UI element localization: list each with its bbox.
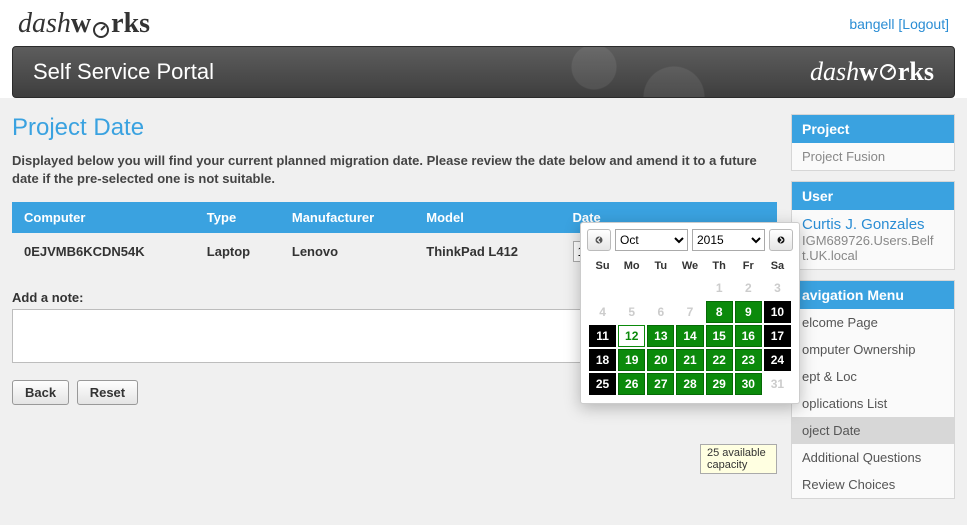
datepicker-month-select[interactable]: Oct xyxy=(615,229,688,251)
username-link[interactable]: bangell xyxy=(849,16,894,32)
sidebar-user-dn1: IGM689726.Users.Belf xyxy=(802,233,944,248)
datepicker-day[interactable]: 26 xyxy=(618,373,645,395)
datepicker-day: 5 xyxy=(618,301,645,323)
banner: Self Service Portal dashwrks xyxy=(12,46,955,98)
datepicker-dow: Th xyxy=(706,257,733,275)
sidebar-nav: avigation Menu elcome Pageomputer Owners… xyxy=(791,280,955,499)
sidebar-nav-item[interactable]: elcome Page xyxy=(792,309,954,336)
datepicker-day[interactable]: 23 xyxy=(735,349,762,371)
sidebar-project-name: Project Fusion xyxy=(792,143,954,170)
sidebar-user: User Curtis J. Gonzales IGM689726.Users.… xyxy=(791,181,955,270)
datepicker-day xyxy=(647,277,674,299)
sidebar-project-head: Project xyxy=(792,115,954,143)
datepicker-dow: We xyxy=(676,257,703,275)
sidebar-nav-item[interactable]: omputer Ownership xyxy=(792,336,954,363)
datepicker-day: 3 xyxy=(764,277,791,299)
datepicker-day[interactable]: 14 xyxy=(676,325,703,347)
datepicker-day xyxy=(589,277,616,299)
datepicker-day xyxy=(618,277,645,299)
datepicker-day: 1 xyxy=(706,277,733,299)
datepicker-day[interactable]: 19 xyxy=(618,349,645,371)
datepicker-day[interactable]: 25 xyxy=(589,373,616,395)
datepicker: Oct 2015 SuMoTuWeThFrSa 1234567891011121… xyxy=(580,222,800,404)
col-computer: Computer xyxy=(12,202,195,233)
sidebar-user-dn2: t.UK.local xyxy=(802,248,944,263)
brand-prefix: dash xyxy=(18,8,71,40)
datepicker-day: 7 xyxy=(676,301,703,323)
cell-computer: 0EJVMB6KCDN54K xyxy=(12,233,195,270)
datepicker-day: 31 xyxy=(764,373,791,395)
datepicker-next-button[interactable] xyxy=(769,229,793,251)
datepicker-dow: Fr xyxy=(735,257,762,275)
sidebar: Project Project Fusion User Curtis J. Go… xyxy=(791,114,955,509)
datepicker-year-select[interactable]: 2015 xyxy=(692,229,765,251)
datepicker-day[interactable]: 10 xyxy=(764,301,791,323)
page-title: Project Date xyxy=(12,114,777,142)
datepicker-grid: SuMoTuWeThFrSa 1234567891011121314151617… xyxy=(587,255,793,397)
logout-link[interactable]: Logout xyxy=(902,16,945,32)
datepicker-day[interactable]: 15 xyxy=(706,325,733,347)
topbar: dashwrks bangell [Logout] xyxy=(0,0,967,46)
datepicker-day[interactable]: 29 xyxy=(706,373,733,395)
sidebar-project: Project Project Fusion xyxy=(791,114,955,171)
datepicker-day[interactable]: 13 xyxy=(647,325,674,347)
datepicker-dow: Mo xyxy=(618,257,645,275)
sidebar-nav-item[interactable]: oplications List xyxy=(792,390,954,417)
datepicker-dow: Su xyxy=(589,257,616,275)
main-content: Project Date Displayed below you will fi… xyxy=(12,114,777,405)
sidebar-user-name[interactable]: Curtis J. Gonzales xyxy=(802,216,944,233)
datepicker-day: 2 xyxy=(735,277,762,299)
back-button[interactable]: Back xyxy=(12,380,69,405)
datepicker-day xyxy=(676,277,703,299)
datepicker-day[interactable]: 8 xyxy=(706,301,733,323)
sidebar-nav-head: avigation Menu xyxy=(792,281,954,309)
sidebar-user-head: User xyxy=(792,182,954,210)
sidebar-nav-item[interactable]: oject Date xyxy=(792,417,954,444)
datepicker-dow: Sa xyxy=(764,257,791,275)
datepicker-day[interactable]: 27 xyxy=(647,373,674,395)
col-manufacturer: Manufacturer xyxy=(280,202,414,233)
cell-manufacturer: Lenovo xyxy=(280,233,414,270)
sidebar-nav-item[interactable]: ept & Loc xyxy=(792,363,954,390)
gauge-icon xyxy=(91,14,111,34)
datepicker-day[interactable]: 21 xyxy=(676,349,703,371)
datepicker-day[interactable]: 16 xyxy=(735,325,762,347)
sidebar-nav-item[interactable]: Review Choices xyxy=(792,471,954,498)
banner-title: Self Service Portal xyxy=(33,59,214,85)
col-model: Model xyxy=(414,202,560,233)
brand-rest: rks xyxy=(111,8,150,40)
cell-model: ThinkPad L412 xyxy=(414,233,560,270)
datepicker-tooltip: 25 available capacity xyxy=(700,444,777,474)
cell-type: Laptop xyxy=(195,233,280,270)
datepicker-day[interactable]: 12 xyxy=(618,325,645,347)
datepicker-day[interactable]: 20 xyxy=(647,349,674,371)
col-type: Type xyxy=(195,202,280,233)
datepicker-day: 4 xyxy=(589,301,616,323)
datepicker-day: 6 xyxy=(647,301,674,323)
datepicker-day[interactable]: 28 xyxy=(676,373,703,395)
datepicker-day[interactable]: 11 xyxy=(589,325,616,347)
datepicker-day[interactable]: 24 xyxy=(764,349,791,371)
page-intro: Displayed below you will find your curre… xyxy=(12,152,777,188)
datepicker-day[interactable]: 9 xyxy=(735,301,762,323)
brand-logo: dashwrks xyxy=(18,8,150,40)
datepicker-dow: Tu xyxy=(647,257,674,275)
datepicker-day[interactable]: 17 xyxy=(764,325,791,347)
banner-brand-logo: dashwrks xyxy=(810,57,934,87)
gauge-icon xyxy=(878,57,898,87)
brand-first: w xyxy=(71,8,91,40)
sidebar-nav-item[interactable]: Additional Questions xyxy=(792,444,954,471)
reset-button[interactable]: Reset xyxy=(77,380,138,405)
user-links: bangell [Logout] xyxy=(849,16,949,32)
datepicker-prev-button[interactable] xyxy=(587,229,611,251)
datepicker-day[interactable]: 18 xyxy=(589,349,616,371)
datepicker-day[interactable]: 30 xyxy=(735,373,762,395)
datepicker-day[interactable]: 22 xyxy=(706,349,733,371)
